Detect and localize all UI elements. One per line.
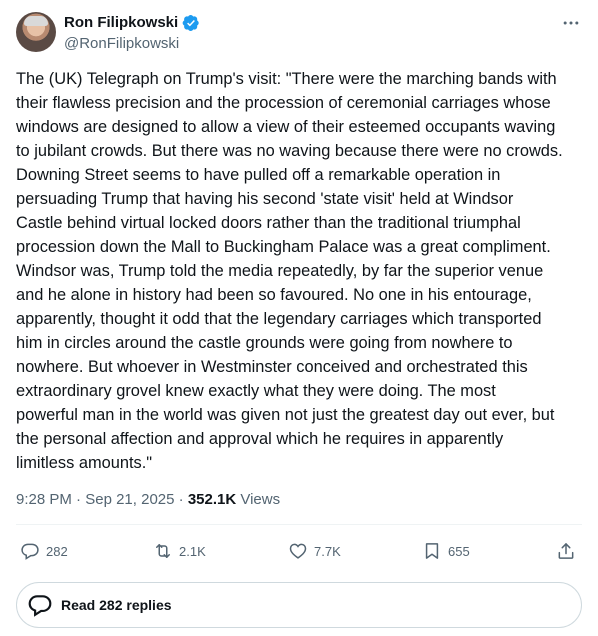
views-count: 352.1K [187, 491, 237, 508]
bookmark-icon [425, 543, 439, 559]
read-replies-button[interactable]: Read 282 replies [16, 582, 582, 628]
views-label: Views [236, 491, 281, 508]
reply-count: 282 [46, 543, 68, 559]
heart-icon [289, 543, 307, 559]
tweet-text: The (UK) Telegraph on Trump's visit: "Th… [16, 70, 563, 472]
share-button[interactable] [556, 538, 576, 564]
author-block: Ron Filipkowski @RonFilipkowski [64, 13, 200, 54]
share-icon [558, 543, 574, 559]
read-replies-label: Read 282 replies [61, 597, 172, 613]
like-count: 7.7K [314, 543, 341, 559]
tweet-metadata: 9:28 PM · Sep 21, 2025 · 352.1K Views [16, 490, 280, 510]
meta-separator: · [71, 491, 86, 508]
author-display-name[interactable]: Ron Filipkowski [64, 13, 178, 33]
more-options-icon[interactable] [560, 12, 582, 34]
repost-icon [156, 544, 170, 558]
author-handle[interactable]: @RonFilipkowski [64, 34, 200, 54]
repost-button[interactable]: 2.1K [153, 538, 206, 564]
reply-icon [21, 543, 39, 560]
tweet-time[interactable]: 9:28 PM [16, 491, 72, 508]
meta-separator: · [174, 491, 188, 508]
bookmark-count: 655 [448, 543, 470, 559]
repost-count: 2.1K [179, 543, 206, 559]
tweet-date[interactable]: Sep 21, 2025 [85, 491, 174, 508]
action-bar: 282 2.1K 7.7K 655 [16, 538, 582, 564]
verified-badge-icon [182, 14, 200, 32]
like-button[interactable]: 7.7K [288, 538, 341, 564]
reply-bubble-icon [28, 595, 52, 617]
bookmark-button[interactable]: 655 [422, 538, 470, 564]
divider [16, 524, 582, 525]
avatar[interactable] [16, 12, 56, 52]
reply-button[interactable]: 282 [20, 538, 68, 564]
